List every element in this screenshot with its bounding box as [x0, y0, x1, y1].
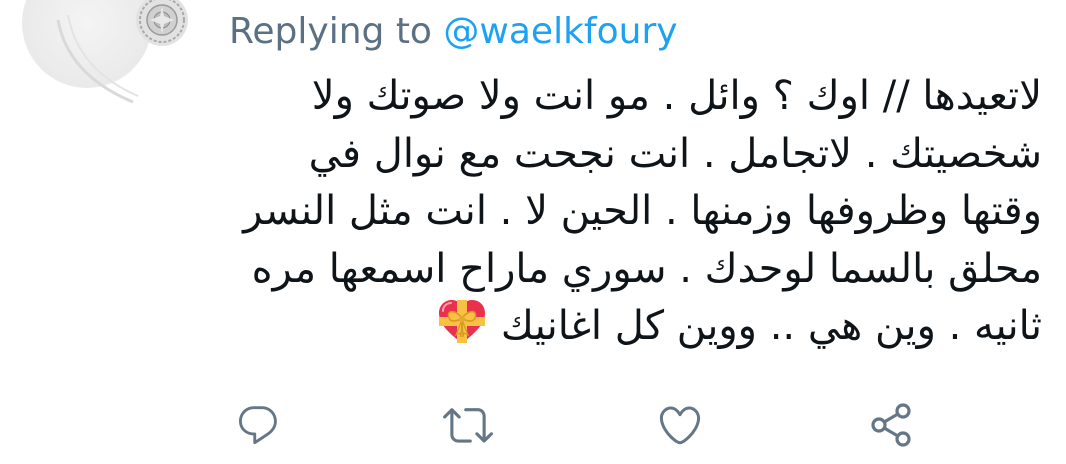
tweet-line: محلق بالسما لوحدك . سوري ماراح اسمعها مر…	[251, 245, 1042, 292]
tweet-line: شخصيتك . لاتجامل . انت نجحت مع نوال في	[308, 130, 1042, 177]
tweet-line-last: ثانيه . وين هي .. ووين كل اغانيك	[220, 298, 1042, 356]
heart-icon	[659, 406, 701, 445]
reply-icon	[239, 406, 277, 445]
reply-handle-link[interactable]: @waelkfoury	[443, 11, 677, 52]
replying-to: Replying to @waelkfoury	[229, 10, 678, 54]
share-icon	[871, 403, 911, 447]
reply-button[interactable]	[233, 400, 283, 450]
tweet-line: وقتها وظروفها وزمنها . الحين لا . انت مث…	[243, 188, 1042, 234]
avatar-medallion-icon	[136, 0, 188, 46]
tweet-line-text: ثانيه . وين هي .. ووين كل اغانيك	[500, 303, 1042, 349]
share-button[interactable]	[866, 400, 916, 450]
retweet-button[interactable]	[443, 400, 493, 450]
like-button[interactable]	[655, 400, 705, 450]
heart-with-ribbon-icon	[438, 300, 485, 343]
tweet-text: لاتعيدها // اوك ؟ وائل . مو انت ولا صوتك…	[220, 68, 1042, 356]
tweet-line: لاتعيدها // اوك ؟ وائل . مو انت ولا صوتك…	[311, 73, 1042, 119]
retweet-icon	[443, 408, 493, 443]
replying-to-label: Replying to	[229, 11, 432, 52]
